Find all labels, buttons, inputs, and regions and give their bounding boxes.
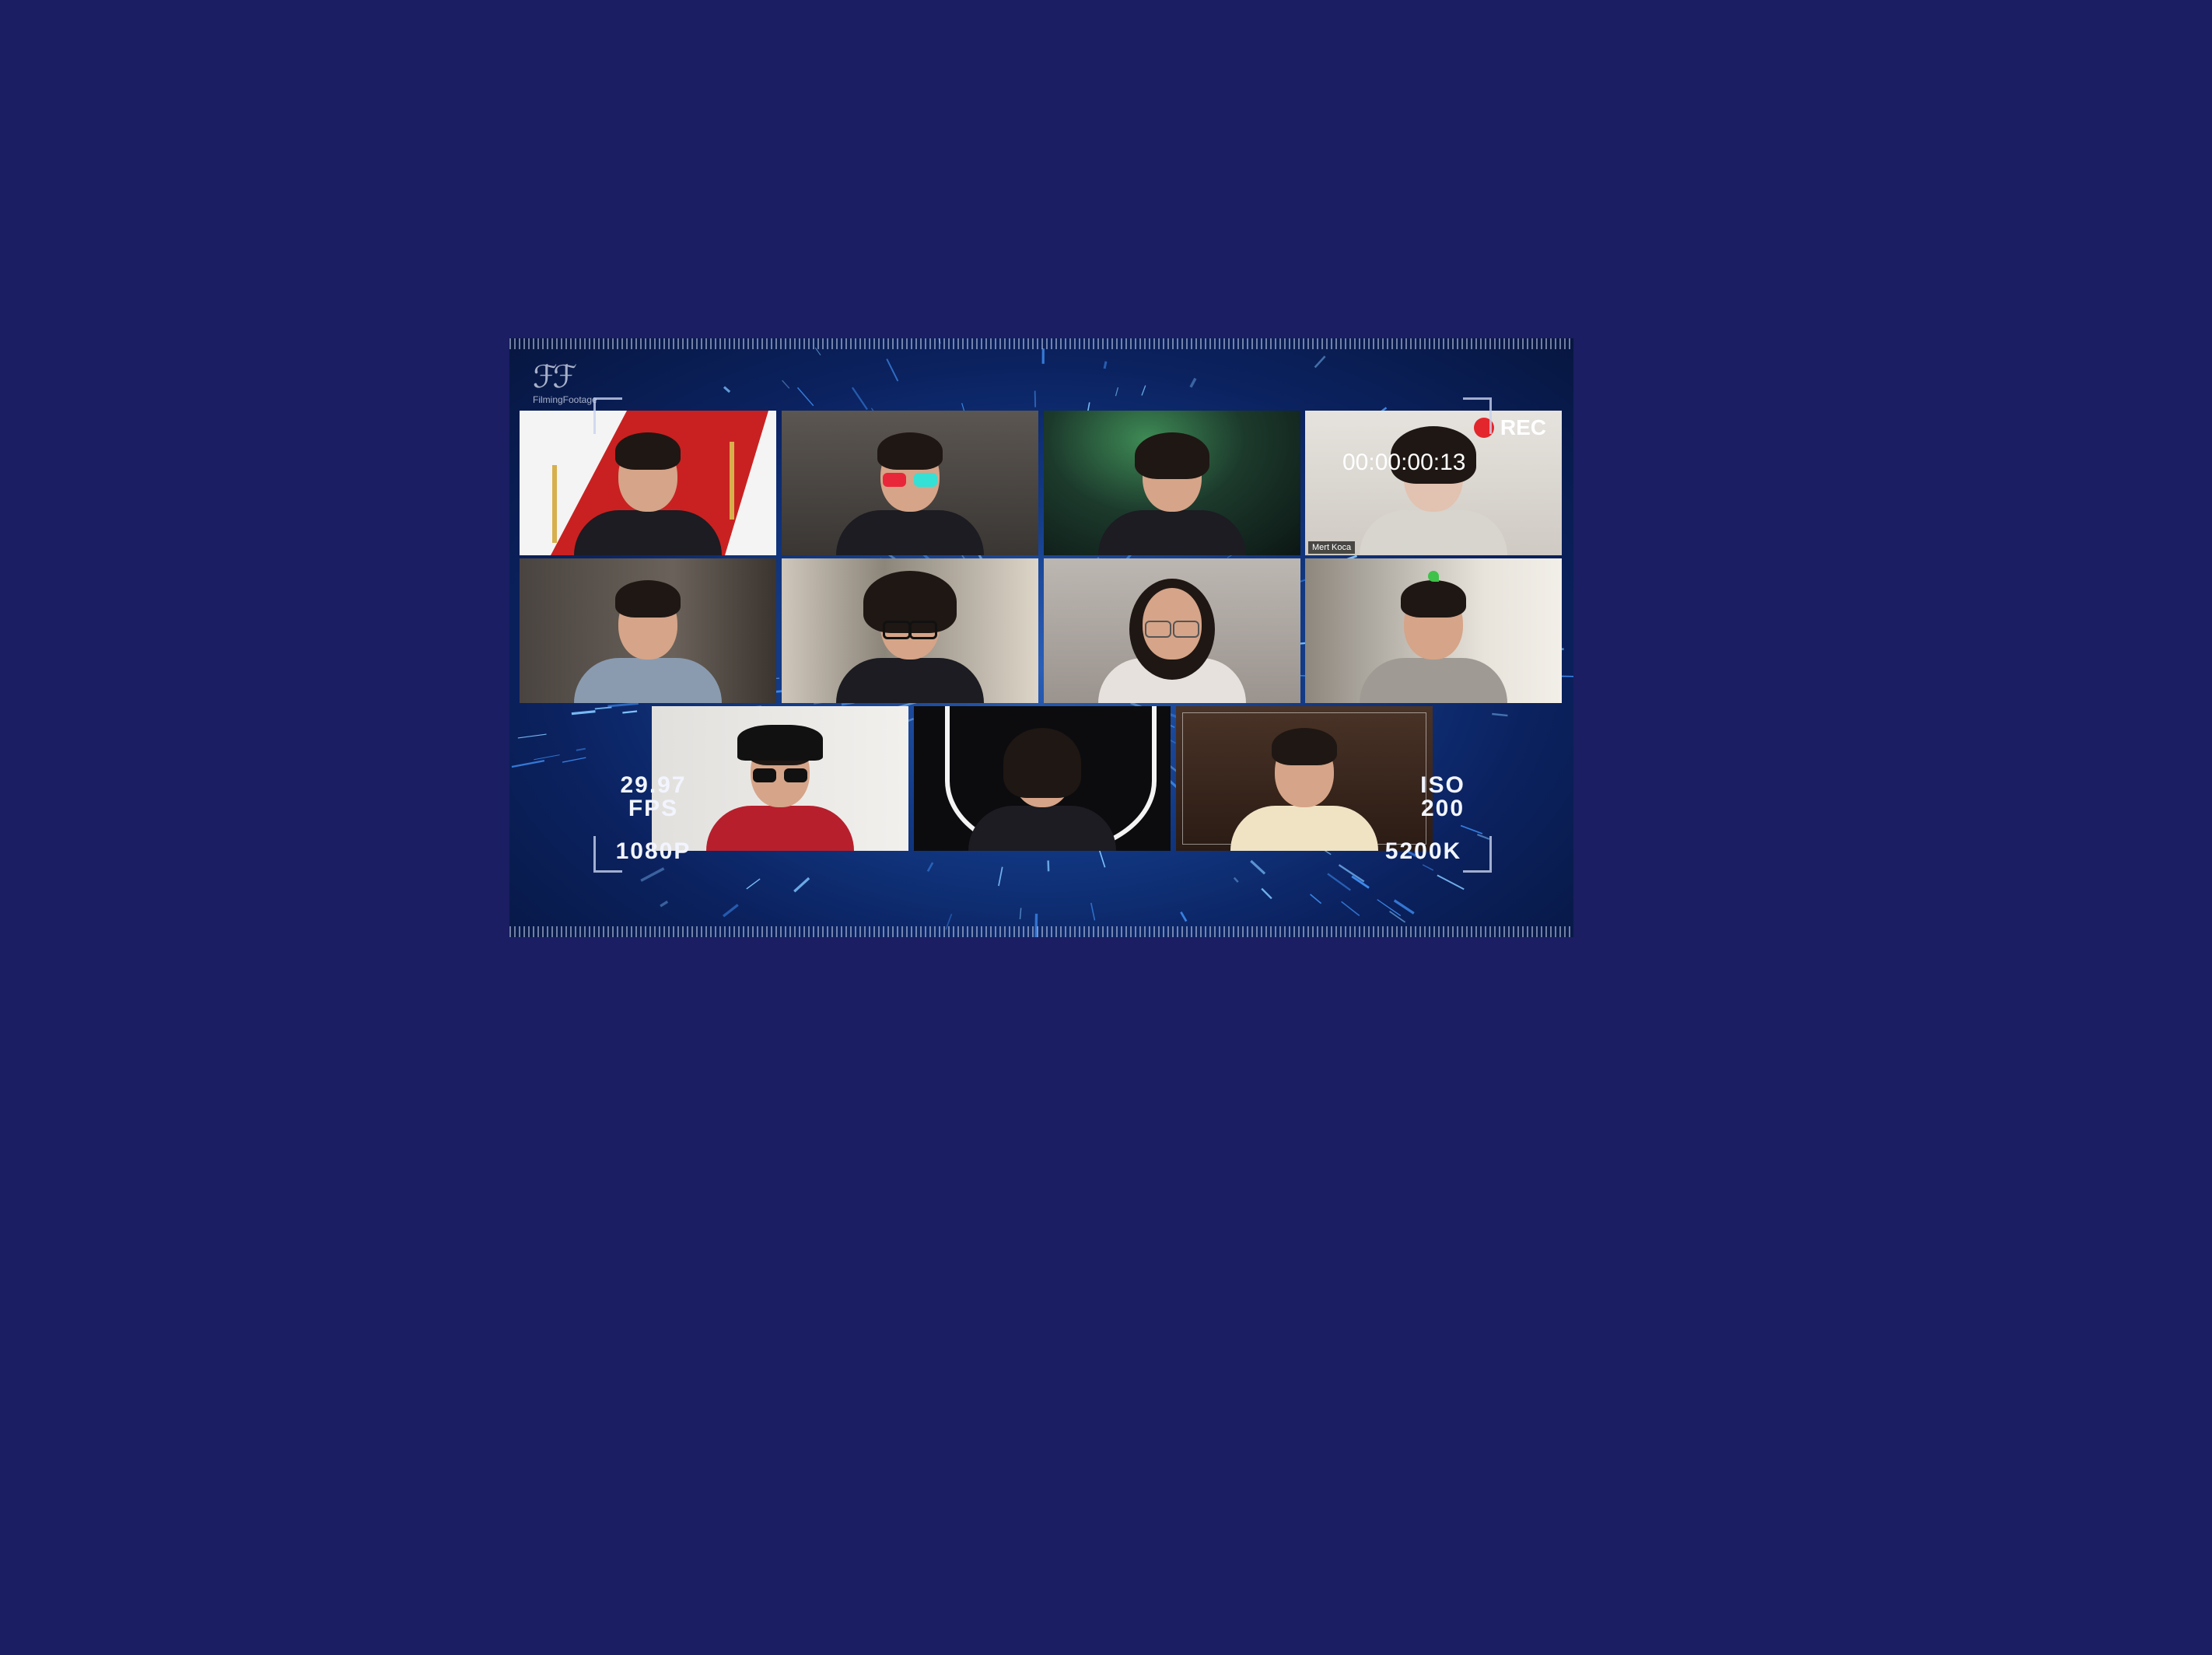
light-streak <box>562 757 586 763</box>
light-streak <box>534 754 560 761</box>
white-balance-readout: 5200K <box>1384 838 1462 864</box>
light-streak <box>1327 873 1352 891</box>
light-streak <box>1341 901 1360 916</box>
light-streak <box>1087 402 1090 411</box>
participant-tile-active-speaker[interactable]: REC 00:00:00:13 Mert Koca <box>1305 411 1562 555</box>
light-streak <box>1460 824 1483 834</box>
light-streak <box>1314 355 1326 369</box>
light-streak <box>1098 848 1106 868</box>
light-streak <box>571 710 596 716</box>
light-streak <box>1141 385 1146 396</box>
light-streak <box>746 878 761 890</box>
participant-tile-7[interactable] <box>1044 558 1300 703</box>
light-streak <box>1233 876 1239 883</box>
light-streak <box>1351 875 1370 889</box>
participant-tile-8[interactable] <box>1305 558 1562 703</box>
video-call-stage: ℱℱ FilmingFootage REC 00:00:00:13 Mert K… <box>509 338 1573 937</box>
light-streak <box>793 876 810 893</box>
light-streak <box>607 702 639 708</box>
light-streak <box>1250 859 1266 875</box>
viewfinder-corner <box>593 397 622 434</box>
light-streak <box>998 866 1003 887</box>
participant-name-tag: Mert Koca <box>1308 541 1356 554</box>
light-streak <box>851 387 868 411</box>
light-streak <box>1492 712 1508 717</box>
viewfinder-corner <box>1463 397 1492 434</box>
light-streak <box>1422 864 1434 871</box>
viewfinder-corner <box>1463 836 1492 873</box>
participant-tile-6[interactable] <box>782 558 1038 703</box>
sprout-filter-icon <box>1428 571 1439 582</box>
bottom-ruler <box>509 926 1573 937</box>
light-streak <box>723 386 731 394</box>
light-streak <box>517 733 547 739</box>
light-streak <box>1090 902 1096 921</box>
light-streak <box>1437 874 1465 890</box>
light-streak <box>576 747 586 751</box>
light-streak <box>926 862 934 873</box>
light-streak <box>1261 887 1272 900</box>
light-streak <box>1310 894 1322 904</box>
viewfinder-corner <box>593 836 622 873</box>
participant-tile-1[interactable] <box>520 411 776 555</box>
light-streak <box>594 706 612 710</box>
light-streak <box>1560 675 1573 677</box>
participant-tile-5[interactable] <box>520 558 776 703</box>
light-streak <box>640 867 665 882</box>
light-streak <box>622 710 638 714</box>
rec-timer: 00:00:00:13 <box>1342 450 1466 475</box>
light-streak <box>1180 911 1188 922</box>
fps-readout: 29.97 FPS <box>620 772 687 821</box>
light-streak <box>511 760 545 768</box>
light-streak <box>1115 387 1119 397</box>
light-streak <box>796 387 814 407</box>
light-streak <box>1393 899 1415 915</box>
participant-tile-11[interactable] <box>1176 706 1433 851</box>
light-streak <box>886 359 899 382</box>
light-streak <box>1103 361 1108 369</box>
participant-tile-3[interactable] <box>1044 411 1300 555</box>
iso-readout: ISO 200 <box>1420 772 1465 821</box>
light-streak <box>660 900 669 908</box>
light-streak <box>782 380 790 389</box>
top-ruler <box>509 338 1573 349</box>
3d-glasses-filter <box>883 473 937 487</box>
participant-tile-10[interactable] <box>914 706 1171 851</box>
light-streak <box>1189 377 1197 388</box>
hat-filter-icon <box>737 725 823 761</box>
light-streak <box>723 904 739 918</box>
light-streak <box>1338 864 1365 883</box>
participant-tile-2[interactable] <box>782 411 1038 555</box>
